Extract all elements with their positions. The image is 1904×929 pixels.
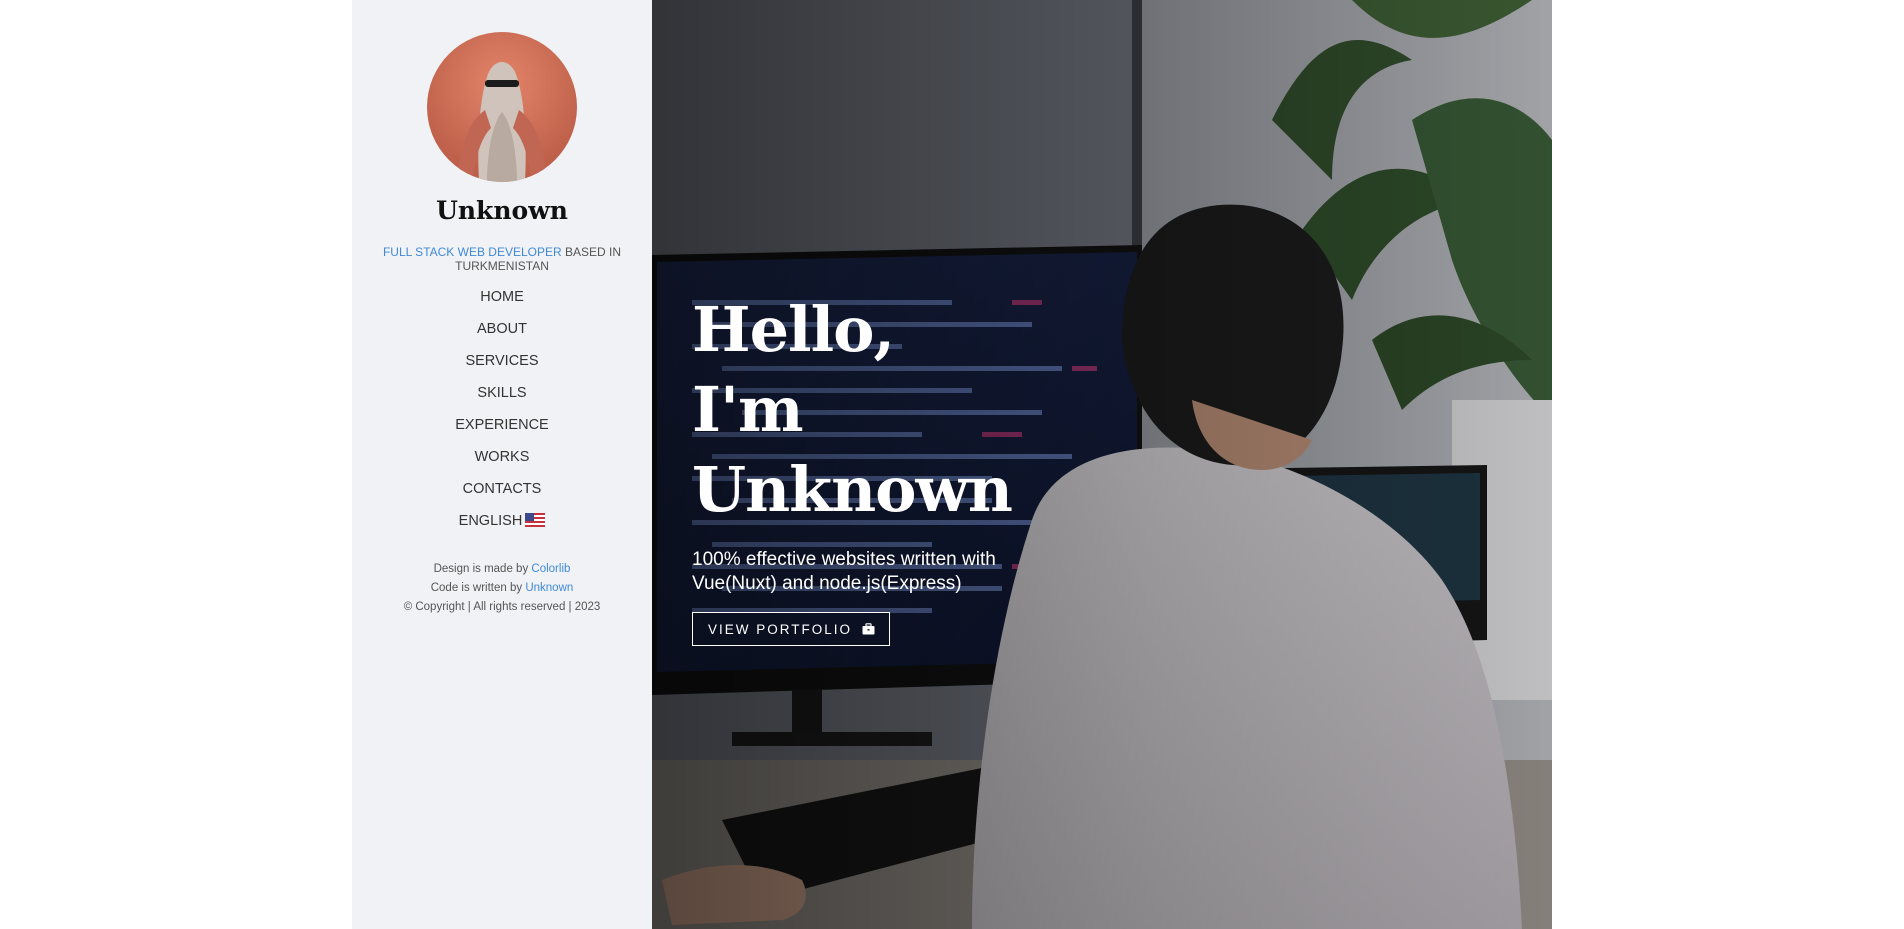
language-label[interactable]: ENGLISH: [459, 513, 523, 529]
hero-title-line-3: Unknown: [692, 453, 1013, 526]
code-credit: Code is written by Unknown: [352, 579, 652, 598]
hero-text: Hello, I'm Unknown 100% effective websit…: [692, 290, 1013, 646]
tagline: FULL STACK WEB DEVELOPER BASED IN TURKME…: [382, 245, 622, 273]
nav-item-skills[interactable]: SKILLS: [352, 381, 652, 413]
avatar: [427, 32, 577, 182]
site-name: Unknown: [436, 196, 568, 225]
hero-title: Hello, I'm Unknown: [692, 290, 1013, 530]
credits: Design is made by Colorlib Code is writt…: [352, 560, 652, 617]
main-nav: HOME ABOUT SERVICES SKILLS EXPERIENCE WO…: [352, 285, 652, 541]
design-credit-text: Design is made by: [433, 563, 529, 575]
hero-subtitle-line-1: 100% effective websites written with: [692, 549, 996, 570]
nav-item-home[interactable]: HOME: [352, 285, 652, 317]
hero-title-line-2: I'm: [692, 373, 804, 446]
hero-subtitle-line-2: Vue(Nuxt) and node.js(Express): [692, 573, 962, 594]
colorlib-link[interactable]: Colorlib: [531, 563, 570, 575]
code-credit-text: Code is written by: [430, 582, 523, 594]
nav-item-services-label[interactable]: SERVICES: [465, 353, 538, 369]
nav-item-skills-label[interactable]: SKILLS: [477, 385, 526, 401]
view-portfolio-button[interactable]: VIEW PORTFOLIO: [692, 612, 890, 646]
author-link[interactable]: Unknown: [525, 582, 573, 594]
nav-item-works[interactable]: WORKS: [352, 445, 652, 477]
language-selector[interactable]: ENGLISH: [352, 509, 652, 541]
nav-item-experience[interactable]: EXPERIENCE: [352, 413, 652, 445]
nav-item-about-label[interactable]: ABOUT: [477, 321, 527, 337]
nav-item-works-label[interactable]: WORKS: [475, 449, 530, 465]
nav-item-services[interactable]: SERVICES: [352, 349, 652, 381]
hero-subtitle: 100% effective websites written with Vue…: [692, 548, 1012, 596]
view-portfolio-label[interactable]: VIEW PORTFOLIO: [708, 622, 852, 637]
hero: Hello, I'm Unknown 100% effective websit…: [652, 0, 1552, 929]
hero-title-line-1: Hello,: [692, 293, 895, 366]
tagline-role: FULL STACK WEB DEVELOPER: [382, 245, 562, 259]
nav-item-about[interactable]: ABOUT: [352, 317, 652, 349]
briefcase-icon[interactable]: [862, 623, 875, 635]
nav-item-contacts-label[interactable]: CONTACTS: [463, 481, 542, 497]
design-credit: Design is made by Colorlib: [352, 560, 652, 579]
copyright: © Copyright | All rights reserved | 2023: [403, 601, 601, 613]
nav-item-experience-label[interactable]: EXPERIENCE: [455, 417, 548, 433]
sidebar: Unknown FULL STACK WEB DEVELOPER BASED I…: [352, 0, 652, 929]
nav-item-home-label[interactable]: HOME: [480, 289, 524, 305]
us-flag-icon[interactable]: [525, 511, 546, 536]
nav-item-contacts[interactable]: CONTACTS: [352, 477, 652, 509]
